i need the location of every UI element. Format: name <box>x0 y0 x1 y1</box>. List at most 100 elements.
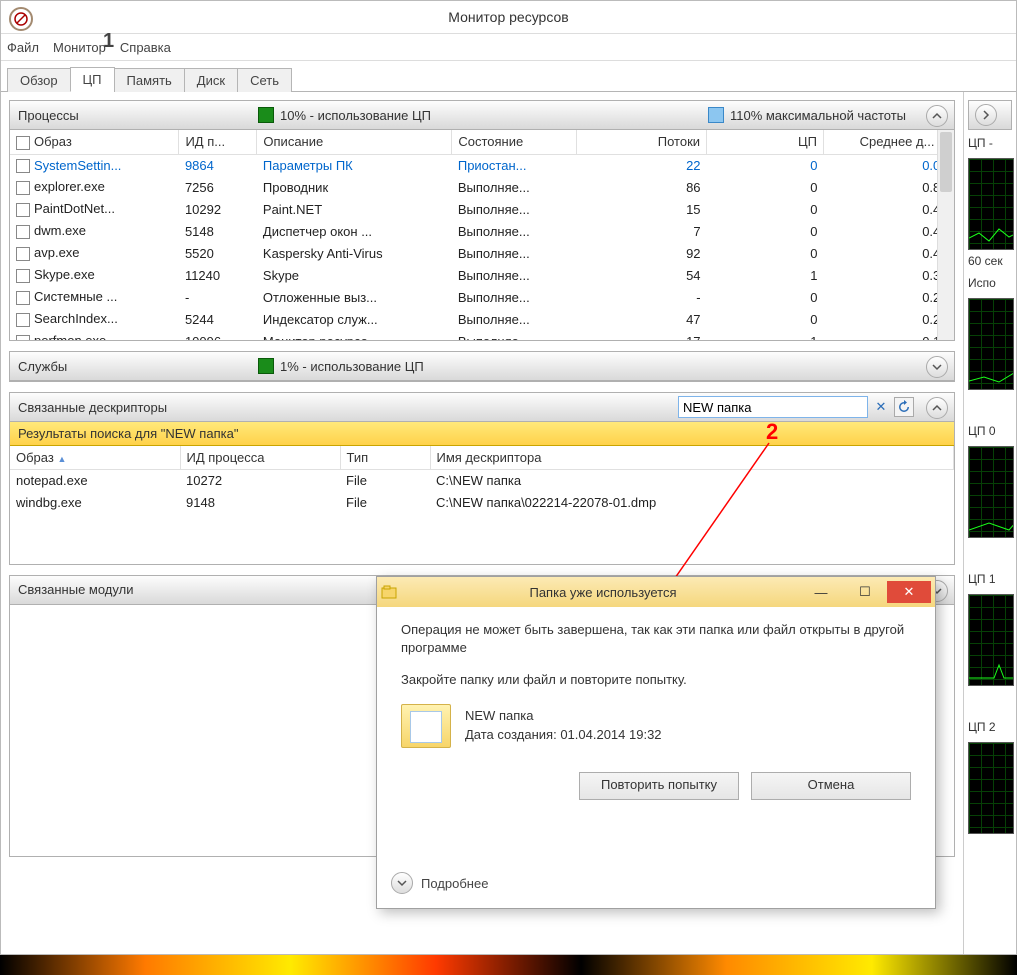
right-pane: ЦП - 60 сек Испо ЦП 0 ЦП 1 ЦП 2 <box>963 92 1016 955</box>
row-checkbox[interactable] <box>16 291 30 305</box>
hcol-image[interactable]: Образ ▲ <box>10 446 180 470</box>
row-checkbox[interactable] <box>16 203 30 217</box>
titlebar: Монитор ресурсов <box>1 1 1016 34</box>
header-checkbox[interactable] <box>16 136 30 150</box>
hcol-name[interactable]: Имя дескриптора <box>430 446 954 470</box>
search-refresh-button[interactable] <box>894 397 914 417</box>
chart-cpu0 <box>968 446 1014 538</box>
row-checkbox[interactable] <box>16 313 30 327</box>
processes-collapse-button[interactable] <box>926 105 948 127</box>
hcol-type[interactable]: Тип <box>340 446 430 470</box>
annotation-1: 1 <box>103 30 114 53</box>
handles-table: Образ ▲ ИД процесса Тип Имя дескриптора … <box>10 446 954 514</box>
dialog-message-1: Операция не может быть завершена, так ка… <box>401 621 911 657</box>
row-checkbox[interactable] <box>16 247 30 261</box>
side-header[interactable] <box>968 100 1012 130</box>
processes-header[interactable]: Процессы 10% - использование ЦП 110% мак… <box>10 101 954 130</box>
row-checkbox[interactable] <box>16 225 30 239</box>
handles-title: Связанные дескрипторы <box>18 400 258 415</box>
dialog-title: Папка уже используется <box>407 585 799 600</box>
menu-file[interactable]: Файл <box>7 40 39 55</box>
dialog-close-button[interactable]: ✕ <box>887 581 931 603</box>
services-panel: Службы 1% - использование ЦП <box>9 351 955 382</box>
services-header[interactable]: Службы 1% - использование ЦП <box>10 352 954 381</box>
tab-cpu[interactable]: ЦП <box>70 67 115 92</box>
table-row[interactable]: SystemSettin...9864Параметры ПКПриостан.… <box>10 154 954 176</box>
menu-help[interactable]: Справка <box>120 40 171 55</box>
dialog-maximize-button[interactable]: ☐ <box>843 581 887 603</box>
app-icon <box>9 7 33 31</box>
row-checkbox[interactable] <box>16 335 30 340</box>
services-usage-text: 1% - использование ЦП <box>280 359 424 374</box>
table-row[interactable]: dwm.exe5148Диспетчер окон ...Выполняе...… <box>10 220 954 242</box>
tab-memory[interactable]: Память <box>114 68 185 92</box>
hcol-pid[interactable]: ИД процесса <box>180 446 340 470</box>
handles-collapse-button[interactable] <box>926 397 948 419</box>
chart-cpu-usage <box>968 298 1014 390</box>
tabstrip: Обзор ЦП Память Диск Сеть <box>1 61 1016 92</box>
retry-button[interactable]: Повторить попытку <box>579 772 739 800</box>
tab-disk[interactable]: Диск <box>184 68 238 92</box>
chart-cpu2 <box>968 742 1014 834</box>
cpu-freq-icon <box>708 107 724 123</box>
col-cpu[interactable]: ЦП <box>707 130 824 154</box>
dialog-folder-name: NEW папка <box>465 707 662 725</box>
row-checkbox[interactable] <box>16 159 30 173</box>
table-row[interactable]: windbg.exe9148FileC:\NEW папка\022214-22… <box>10 492 954 514</box>
row-checkbox[interactable] <box>16 269 30 283</box>
label-cpu0: ЦП 0 <box>968 424 1012 438</box>
services-expand-button[interactable] <box>926 356 948 378</box>
resource-monitor-window: Монитор ресурсов Файл Монитор Справка 1 … <box>0 0 1017 955</box>
side-back-button[interactable] <box>975 104 997 126</box>
table-row[interactable]: explorer.exe7256ПроводникВыполняе...8600… <box>10 176 954 198</box>
processes-scrollbar[interactable] <box>937 130 954 340</box>
col-pid[interactable]: ИД п... <box>179 130 257 154</box>
table-row[interactable]: PaintDotNet...10292Paint.NETВыполняе...1… <box>10 198 954 220</box>
handles-header[interactable]: Связанные дескрипторы ✕ <box>10 393 954 422</box>
col-avg[interactable]: Среднее д... ▼ <box>824 130 954 154</box>
processes-title: Процессы <box>18 108 258 123</box>
dialog-icon <box>381 583 399 601</box>
row-checkbox[interactable] <box>16 181 30 195</box>
table-row[interactable]: Системные ...-Отложенные выз...Выполняе.… <box>10 286 954 308</box>
services-title: Службы <box>18 359 258 374</box>
handles-panel: Связанные дескрипторы ✕ Результаты поиск… <box>9 392 955 565</box>
cpu-freq-text: 110% максимальной частоты <box>730 108 906 123</box>
processes-panel: Процессы 10% - использование ЦП 110% мак… <box>9 100 955 341</box>
col-image[interactable]: Образ <box>10 130 179 154</box>
table-row[interactable]: SearchIndex...5244Индексатор служ...Выпо… <box>10 308 954 330</box>
details-label: Подробнее <box>421 876 488 891</box>
dialog-folder-date: Дата создания: 01.04.2014 19:32 <box>465 726 662 744</box>
annotation-2: 2 <box>766 419 778 445</box>
chart-cpu-total <box>968 158 1014 250</box>
table-row[interactable]: perfmon.exe10096Монитор ресурсо...Выполн… <box>10 330 954 340</box>
handles-search-input[interactable] <box>678 396 868 418</box>
label-cpu1: ЦП 1 <box>968 572 1012 586</box>
services-usage-icon <box>258 358 274 374</box>
dialog-titlebar[interactable]: Папка уже используется — ☐ ✕ <box>377 577 935 607</box>
folder-icon <box>401 704 451 748</box>
cancel-button[interactable]: Отмена <box>751 772 911 800</box>
menubar: Файл Монитор Справка 1 <box>1 34 1016 61</box>
window-title: Монитор ресурсов <box>448 9 568 25</box>
table-row[interactable]: avp.exe5520Kaspersky Anti-VirusВыполняе.… <box>10 242 954 264</box>
menu-monitor[interactable]: Монитор <box>53 40 106 55</box>
taskbar-flames <box>0 955 1017 975</box>
col-threads[interactable]: Потоки <box>577 130 707 154</box>
dialog-minimize-button[interactable]: — <box>799 581 843 603</box>
table-row[interactable]: Skype.exe11240SkypeВыполняе...5410.36 <box>10 264 954 286</box>
tab-network[interactable]: Сеть <box>237 68 292 92</box>
dialog-details-toggle[interactable]: Подробнее <box>391 872 488 894</box>
label-cpu2: ЦП 2 <box>968 720 1012 734</box>
table-row[interactable]: notepad.exe10272FileC:\NEW папка <box>10 470 954 492</box>
col-state[interactable]: Состояние <box>452 130 577 154</box>
col-desc[interactable]: Описание <box>257 130 452 154</box>
dialog-message-2: Закройте папку или файл и повторите попы… <box>401 671 911 689</box>
side-title: ЦП - <box>968 136 1012 150</box>
folder-in-use-dialog: Папка уже используется — ☐ ✕ Операция не… <box>376 576 936 909</box>
chart-x-label: 60 сек <box>968 254 1003 268</box>
tab-overview[interactable]: Обзор <box>7 68 71 92</box>
chart-y-label: Испо <box>968 276 996 290</box>
modules-title: Связанные модули <box>18 582 258 597</box>
search-clear-button[interactable]: ✕ <box>872 398 890 416</box>
